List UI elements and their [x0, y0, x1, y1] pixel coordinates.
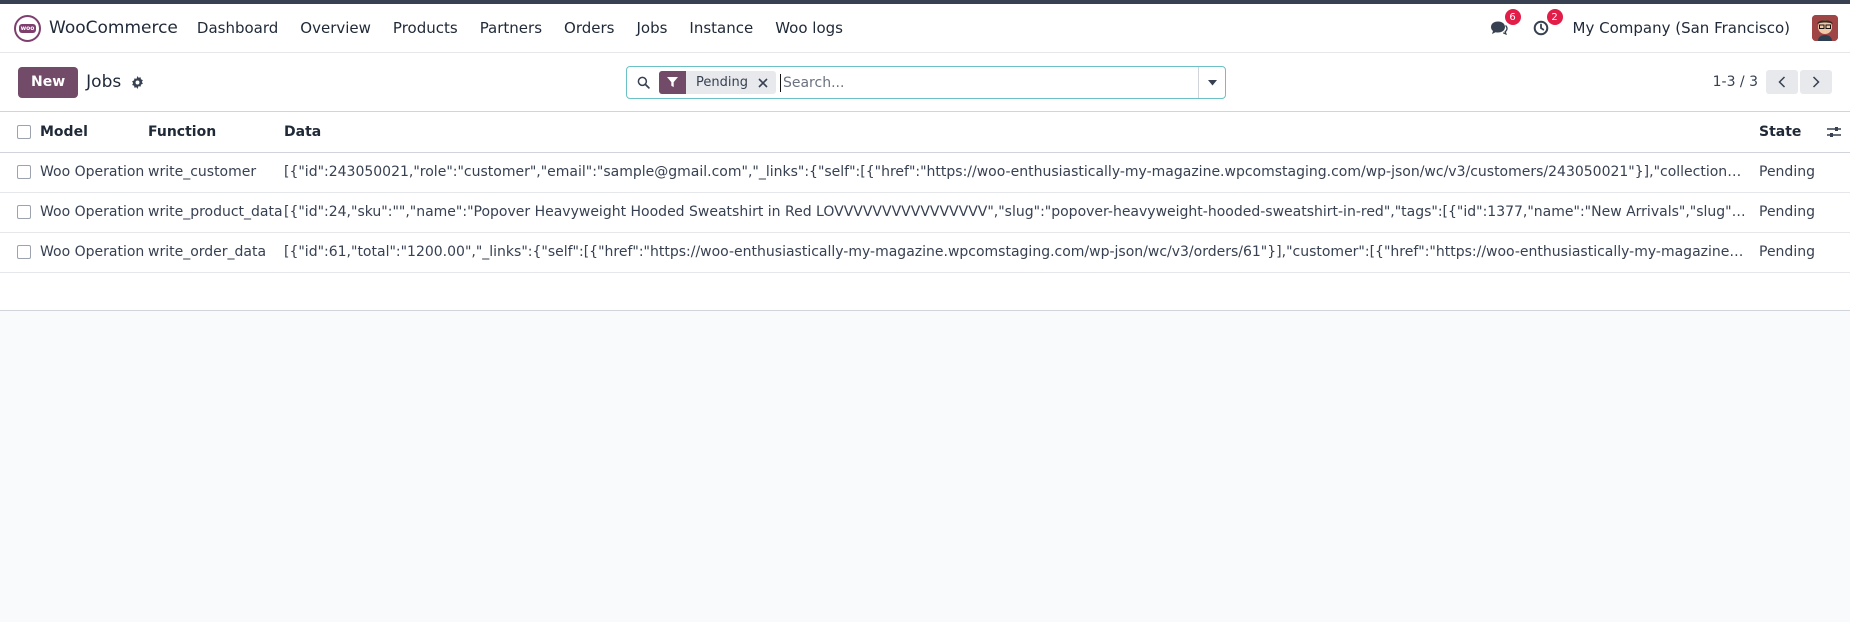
search-icon: [627, 76, 659, 89]
top-navbar: woo WooCommerce Dashboard Overview Produ…: [0, 4, 1850, 53]
chat-icon: [1490, 21, 1508, 36]
cell-model: Woo Operation: [40, 152, 148, 193]
systray: 6 2 My Company (San Francisco): [1489, 9, 1838, 41]
row-checkbox[interactable]: [17, 245, 31, 259]
cell-model: Woo Operation: [40, 232, 148, 273]
control-panel: New Jobs Pending 1-3 / 3: [0, 53, 1850, 112]
column-header-state[interactable]: State: [1759, 112, 1817, 153]
user-avatar[interactable]: [1812, 15, 1838, 41]
clock-icon: [1533, 20, 1548, 36]
menu-item-instance[interactable]: Instance: [678, 19, 764, 37]
cell-data: [{"id":243050021,"role":"customer","emai…: [284, 152, 1759, 193]
jobs-table: Model Function Data State Woo Operation …: [0, 112, 1850, 273]
row-select-cell: [0, 152, 40, 193]
column-options-cell: [1817, 112, 1850, 153]
cell-data: [{"id":61,"total":"1200.00","_links":{"s…: [284, 232, 1759, 273]
search-input[interactable]: [779, 73, 1198, 92]
logo-text: woo: [18, 23, 37, 33]
cell-function: write_order_data: [148, 232, 284, 273]
caret-down-icon[interactable]: [1198, 67, 1225, 98]
row-select-cell: [0, 232, 40, 273]
app-name: WooCommerce: [49, 18, 178, 38]
avatar-icon: [1812, 15, 1838, 41]
cell-model: Woo Operation: [40, 192, 148, 233]
cell-empty: [1817, 192, 1850, 233]
search-bar: Pending: [626, 66, 1226, 99]
column-options-icon[interactable]: [1817, 126, 1850, 138]
cell-state: Pending: [1759, 152, 1817, 193]
row-checkbox[interactable]: [17, 165, 31, 179]
chevron-right-icon[interactable]: [1800, 70, 1832, 94]
cell-empty: [1817, 152, 1850, 193]
menu-item-products[interactable]: Products: [382, 19, 469, 37]
cell-function: write_customer: [148, 152, 284, 193]
search-facet-pending: Pending: [659, 71, 776, 94]
activities-count-badge: 2: [1546, 9, 1563, 25]
column-header-function[interactable]: Function: [148, 112, 284, 153]
table-row[interactable]: Woo Operation write_product_data [{"id":…: [0, 192, 1850, 233]
woocommerce-logo-icon: woo: [14, 14, 41, 42]
gear-icon[interactable]: [131, 75, 144, 89]
jobs-list: Model Function Data State Woo Operation …: [0, 112, 1850, 311]
messages-button[interactable]: 6: [1489, 9, 1521, 38]
pager-value[interactable]: 1-3 / 3: [1713, 74, 1758, 90]
menu-item-dashboard[interactable]: Dashboard: [186, 19, 289, 37]
table-row[interactable]: Woo Operation write_customer [{"id":2430…: [0, 152, 1850, 193]
messages-count-badge: 6: [1504, 9, 1521, 25]
menu-item-woo-logs[interactable]: Woo logs: [764, 19, 854, 37]
activities-button[interactable]: 2: [1531, 9, 1563, 38]
select-all-cell: [0, 112, 40, 153]
cell-function: write_product_data: [148, 192, 284, 233]
filter-icon: [659, 71, 686, 94]
list-footer-spacer: [0, 272, 1850, 311]
app-brand[interactable]: woo WooCommerce: [14, 14, 178, 42]
row-checkbox[interactable]: [17, 205, 31, 219]
column-header-model[interactable]: Model: [40, 112, 148, 153]
cell-data: [{"id":24,"sku":"","name":"Popover Heavy…: [284, 192, 1759, 233]
column-header-data[interactable]: Data: [284, 112, 1759, 153]
cell-state: Pending: [1759, 232, 1817, 273]
facet-label: Pending: [696, 75, 748, 90]
chevron-left-icon[interactable]: [1766, 70, 1798, 94]
page-title: Jobs: [86, 72, 122, 92]
table-header-row: Model Function Data State: [0, 112, 1850, 153]
new-button[interactable]: New: [18, 66, 79, 98]
menu-item-jobs[interactable]: Jobs: [625, 19, 678, 37]
menu-item-partners[interactable]: Partners: [469, 19, 553, 37]
menu-item-orders[interactable]: Orders: [553, 19, 625, 37]
row-select-cell: [0, 192, 40, 233]
cell-state: Pending: [1759, 192, 1817, 233]
menu-item-overview[interactable]: Overview: [289, 19, 382, 37]
close-icon[interactable]: [756, 77, 776, 88]
company-switcher[interactable]: My Company (San Francisco): [1573, 19, 1790, 37]
main-menu: Dashboard Overview Products Partners Ord…: [186, 19, 854, 37]
cell-empty: [1817, 232, 1850, 273]
select-all-checkbox[interactable]: [17, 124, 31, 139]
table-row[interactable]: Woo Operation write_order_data [{"id":61…: [0, 232, 1850, 273]
pager: 1-3 / 3: [1713, 70, 1832, 94]
